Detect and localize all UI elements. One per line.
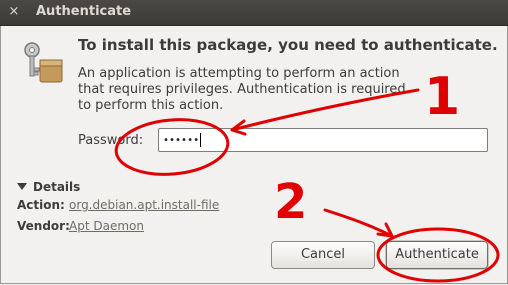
details-expander-icon xyxy=(17,183,27,190)
authenticate-button[interactable]: Authenticate xyxy=(386,241,488,269)
vendor-label: Vendor: xyxy=(17,219,70,233)
keys-package-icon xyxy=(18,38,68,86)
password-value: •••••• xyxy=(163,135,200,146)
action-label: Action: xyxy=(17,198,65,212)
window-title: Authenticate xyxy=(36,4,132,19)
details-expander[interactable]: Details xyxy=(17,180,80,194)
text-cursor xyxy=(200,133,202,147)
dialog-message: An application is attempting to perform … xyxy=(78,66,406,113)
dialog-heading: To install this package, you need to aut… xyxy=(78,36,498,54)
title-bar: × Authenticate xyxy=(0,0,508,26)
password-label: Password: xyxy=(78,133,144,148)
action-link[interactable]: org.debian.apt.install-file xyxy=(69,198,219,212)
password-field[interactable]: •••••• xyxy=(158,128,488,152)
details-toggle-label: Details xyxy=(33,180,81,194)
cancel-button[interactable]: Cancel xyxy=(271,241,375,269)
close-icon[interactable]: × xyxy=(6,4,22,20)
vendor-link[interactable]: Apt Daemon xyxy=(69,219,144,233)
